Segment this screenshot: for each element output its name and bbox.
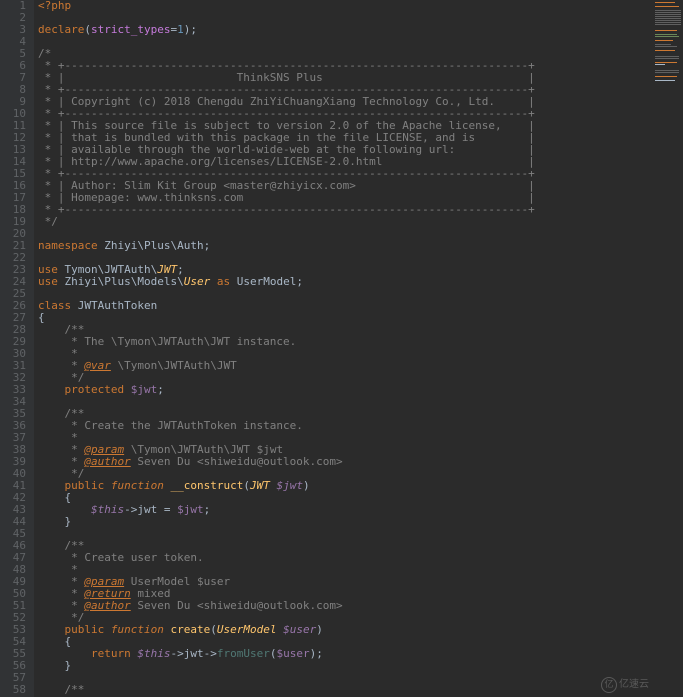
code-line[interactable]: public function create(UserModel $user) — [38, 624, 653, 636]
minimap-strip — [655, 34, 677, 35]
code-line[interactable]: declare(strict_types=1); — [38, 24, 653, 36]
code-line[interactable]: class JWTAuthToken — [38, 300, 653, 312]
watermark-logo-icon: 亿 — [601, 677, 617, 693]
minimap[interactable] — [653, 0, 683, 697]
code-line[interactable]: protected $jwt; — [38, 384, 653, 396]
minimap-strip — [655, 16, 681, 17]
code-line[interactable]: * The \Tymon\JWTAuth\JWT instance. — [38, 336, 653, 348]
minimap-strip — [655, 46, 677, 47]
code-line[interactable]: return $this->jwt->fromUser($user); — [38, 648, 653, 660]
minimap-strip — [655, 50, 675, 51]
code-line[interactable] — [38, 528, 653, 540]
minimap-strip — [655, 44, 671, 45]
minimap-strip — [655, 24, 681, 25]
minimap-strip — [655, 40, 673, 41]
code-line[interactable]: /** — [38, 684, 653, 696]
code-line[interactable]: * Create user token. — [38, 552, 653, 564]
code-line[interactable] — [38, 36, 653, 48]
code-line[interactable]: * @author Seven Du <shiweidu@outlook.com… — [38, 600, 653, 612]
code-line[interactable]: * +-------------------------------------… — [38, 204, 653, 216]
code-line[interactable]: * Create the JWTAuthToken instance. — [38, 420, 653, 432]
minimap-strip — [655, 22, 681, 23]
code-line[interactable]: { — [38, 312, 653, 324]
minimap-strip — [655, 12, 681, 13]
minimap-strip — [655, 20, 681, 21]
code-area[interactable]: <?php declare(strict_types=1); /* * +---… — [34, 0, 653, 697]
code-line[interactable]: } — [38, 660, 653, 672]
minimap-strip — [655, 2, 675, 3]
code-line[interactable]: namespace Zhiyi\Plus\Auth; — [38, 240, 653, 252]
minimap-strip — [655, 6, 679, 7]
code-line[interactable]: } — [38, 516, 653, 528]
minimap-strip — [655, 72, 679, 73]
minimap-strip — [655, 62, 677, 63]
code-line[interactable]: */ — [38, 216, 653, 228]
minimap-strip — [655, 58, 679, 59]
minimap-strip — [655, 36, 679, 37]
line-number-gutter: 1234567891011121314151617181920212223242… — [0, 0, 34, 697]
code-line[interactable]: * @author Seven Du <shiweidu@outlook.com… — [38, 456, 653, 468]
line-number: 58 — [4, 684, 26, 696]
minimap-strip — [655, 30, 677, 31]
code-line[interactable]: public function __construct(JWT $jwt) — [38, 480, 653, 492]
minimap-strip — [655, 14, 681, 15]
watermark-text: 亿速云 — [619, 679, 649, 691]
minimap-strip — [655, 18, 681, 19]
minimap-strip — [655, 64, 665, 65]
minimap-strip — [655, 10, 681, 11]
minimap-strip — [655, 76, 677, 77]
minimap-strip — [655, 80, 675, 81]
code-editor: 1234567891011121314151617181920212223242… — [0, 0, 653, 697]
code-line[interactable]: <?php — [38, 0, 653, 12]
code-line[interactable]: $this->jwt = $jwt; — [38, 504, 653, 516]
code-line[interactable]: use Zhiyi\Plus\Models\User as UserModel; — [38, 276, 653, 288]
code-line[interactable] — [38, 672, 653, 684]
minimap-strip — [655, 56, 679, 57]
code-line[interactable]: * @var \Tymon\JWTAuth\JWT — [38, 360, 653, 372]
watermark: 亿 亿速云 — [601, 677, 649, 693]
minimap-strip — [655, 70, 679, 71]
code-line[interactable] — [38, 396, 653, 408]
